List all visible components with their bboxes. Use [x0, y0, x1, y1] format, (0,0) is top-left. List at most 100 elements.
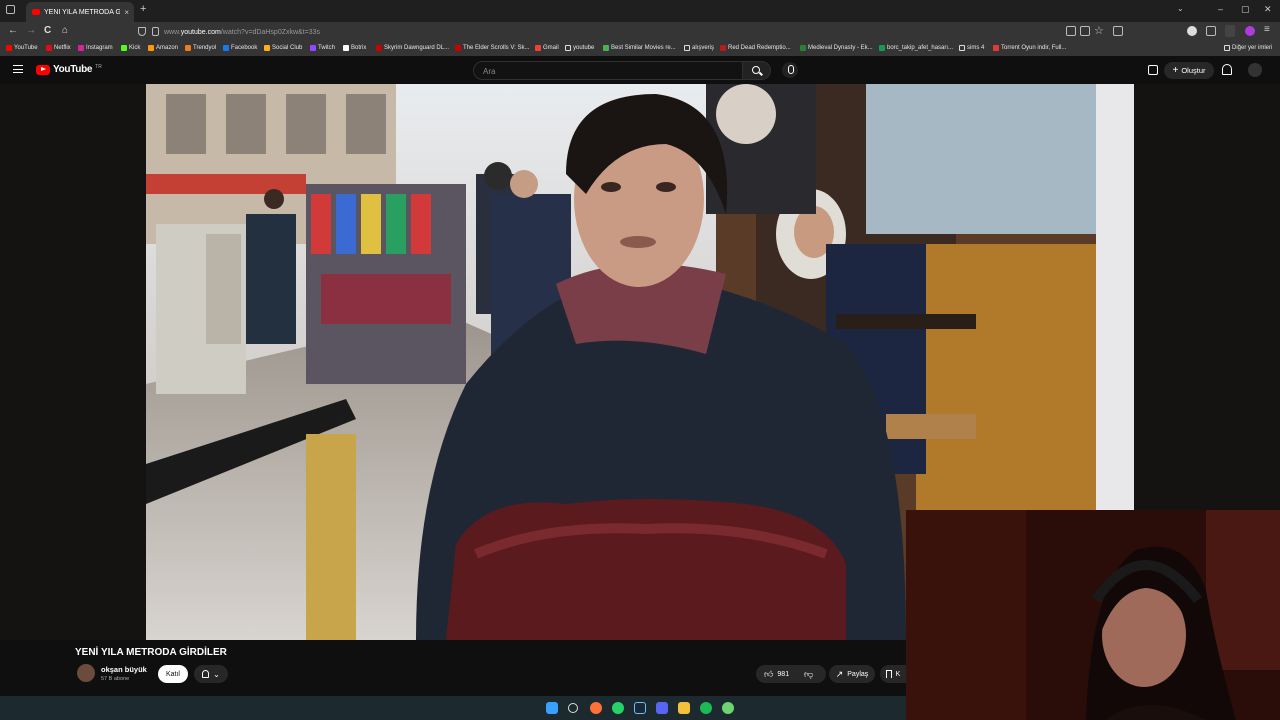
- bookmark-item[interactable]: Gmail: [535, 45, 559, 51]
- app-icon[interactable]: [722, 702, 734, 714]
- folder-icon: [1224, 45, 1230, 51]
- bookmark-item[interactable]: Kick: [121, 45, 140, 51]
- new-tab-button[interactable]: +: [140, 3, 146, 15]
- close-window-button[interactable]: ✕: [1264, 4, 1272, 15]
- youtube-logo[interactable]: YouTube TR: [36, 64, 102, 75]
- back-icon[interactable]: ←: [8, 25, 18, 36]
- tab-overview-icon[interactable]: [6, 5, 15, 14]
- forward-icon[interactable]: →: [26, 25, 36, 36]
- bookmark-favicon-icon: [78, 45, 84, 51]
- create-label: Oluştur: [1181, 66, 1206, 75]
- share-icon: ↗: [835, 668, 844, 679]
- windows-start-icon[interactable]: [546, 702, 558, 714]
- bookmark-item[interactable]: Social Club: [264, 45, 302, 51]
- create-video-icon[interactable]: [1148, 65, 1158, 75]
- bookmark-item[interactable]: Torrent Oyun indir, Full...: [993, 45, 1066, 51]
- channel-avatar[interactable]: [77, 664, 95, 682]
- bookmark-item[interactable]: Red Dead Redemptio...: [720, 45, 791, 51]
- folder-icon: [959, 45, 965, 51]
- bookmark-item[interactable]: Twitch: [310, 45, 335, 51]
- bookmark-favicon-icon: [310, 45, 316, 51]
- tab-search-icon[interactable]: ⌄: [1177, 4, 1184, 13]
- reload-icon[interactable]: C: [44, 25, 51, 36]
- share-button[interactable]: ↗ Paylaş: [829, 665, 875, 683]
- profile-icon[interactable]: [1245, 26, 1255, 36]
- notifications-bell-icon[interactable]: [1222, 64, 1232, 75]
- bookmark-favicon-icon: [535, 45, 541, 51]
- folder-icon: [684, 45, 690, 51]
- like-count: 981: [777, 670, 790, 678]
- join-button[interactable]: Katıl: [158, 665, 188, 683]
- reader-view-icon[interactable]: [1066, 26, 1076, 36]
- windows-taskbar: [0, 696, 906, 720]
- user-avatar[interactable]: [1248, 63, 1262, 77]
- bookmark-item[interactable]: Amazon: [148, 45, 178, 51]
- bookmark-item[interactable]: youtube: [565, 45, 594, 51]
- other-bookmarks[interactable]: Diğer yer imleri: [1224, 45, 1272, 51]
- extension-badge-icon[interactable]: [1225, 25, 1235, 37]
- home-icon[interactable]: ⌂: [62, 25, 68, 36]
- bookmark-item[interactable]: Botrix: [343, 45, 366, 51]
- steam-icon[interactable]: [634, 702, 646, 714]
- tab-close-icon[interactable]: ×: [124, 8, 129, 17]
- hamburger-menu-icon[interactable]: [13, 65, 23, 73]
- youtube-favicon-icon: [32, 9, 40, 15]
- bookmark-item[interactable]: Medieval Dynasty - Ek...: [800, 45, 873, 51]
- bookmark-favicon-icon: [455, 45, 461, 51]
- like-button[interactable]: 👍︎ 981 👎︎: [756, 665, 826, 683]
- save-label: K: [895, 670, 901, 678]
- bookmark-item[interactable]: Skyrim Dawnguard DL...: [376, 45, 449, 51]
- minimize-button[interactable]: –: [1218, 4, 1223, 14]
- video-title: YENİ YILA METRODA GİRDİLER: [75, 647, 227, 658]
- maximize-button[interactable]: ▢: [1241, 4, 1250, 15]
- voice-search-icon[interactable]: [782, 62, 798, 78]
- url-host: youtube.com: [180, 28, 221, 36]
- bookmark-item[interactable]: Netflix: [46, 45, 71, 51]
- browser-tab-active[interactable]: YENİ YILA METRODA GİRDİLER ×: [26, 2, 134, 22]
- create-button[interactable]: + Oluştur: [1164, 62, 1214, 79]
- subscription-notification-button[interactable]: ⌄: [194, 665, 228, 683]
- site-info-icon[interactable]: [152, 27, 159, 36]
- bookmark-item[interactable]: alışveriş: [684, 45, 714, 51]
- bookmark-favicon-icon: [121, 45, 127, 51]
- bookmark-item[interactable]: Facebook: [223, 45, 257, 51]
- address-bar[interactable]: www. youtube.com/watch?v=dDaHsp0Zxkw&t=33…: [164, 24, 1064, 40]
- screenshot-icon[interactable]: [1113, 26, 1123, 36]
- bookmark-favicon-icon: [603, 45, 609, 51]
- bookmark-item[interactable]: YouTube: [6, 45, 38, 51]
- discord-icon[interactable]: [656, 702, 668, 714]
- whatsapp-icon[interactable]: [612, 702, 624, 714]
- file-explorer-icon[interactable]: [678, 702, 690, 714]
- logo-region: TR: [95, 63, 102, 70]
- account-icon[interactable]: [1187, 26, 1197, 36]
- bookmark-favicon-icon: [148, 45, 154, 51]
- search-button[interactable]: [743, 61, 771, 80]
- subscriber-count: 57 B abone: [101, 676, 130, 682]
- firefox-icon[interactable]: [590, 702, 602, 714]
- bookmark-favicon-icon: [879, 45, 885, 51]
- bookmark-item[interactable]: sims 4: [959, 45, 984, 51]
- dislike-icon[interactable]: 👎︎: [804, 669, 813, 680]
- menu-icon[interactable]: ≡: [1264, 24, 1270, 35]
- search-input[interactable]: Ara: [473, 61, 743, 80]
- shield-icon[interactable]: [138, 27, 146, 36]
- bookmark-item[interactable]: borc_takip_afet_hasarı...: [879, 45, 953, 51]
- bookmark-item[interactable]: Trendyol: [185, 45, 216, 51]
- bookmark-item[interactable]: Instagram: [78, 45, 113, 51]
- taskbar-search-icon[interactable]: [568, 703, 578, 713]
- bookmark-star-icon[interactable]: ☆: [1094, 24, 1104, 37]
- bookmark-favicon-icon: [46, 45, 52, 51]
- bookmark-item[interactable]: The Elder Scrolls V: Sk...: [455, 45, 529, 51]
- spotify-icon[interactable]: [700, 702, 712, 714]
- picture-in-picture-icon[interactable]: [1080, 26, 1090, 36]
- bookmark-favicon-icon: [185, 45, 191, 51]
- bookmark-favicon-icon: [376, 45, 382, 51]
- extensions-icon[interactable]: [1206, 26, 1216, 36]
- channel-name[interactable]: okşan büyük: [101, 665, 147, 674]
- search-icon: [752, 66, 760, 74]
- browser-toolbar: ← → C ⌂ www. youtube.com/watch?v=dDaHsp0Z…: [0, 22, 1280, 42]
- bookmark-favicon-icon: [343, 45, 349, 51]
- save-button[interactable]: K: [880, 665, 906, 683]
- bookmark-item[interactable]: Best Similar Movies re...: [603, 45, 676, 51]
- url-path: /watch?v=dDaHsp0Zxkw&t=33s: [220, 28, 321, 36]
